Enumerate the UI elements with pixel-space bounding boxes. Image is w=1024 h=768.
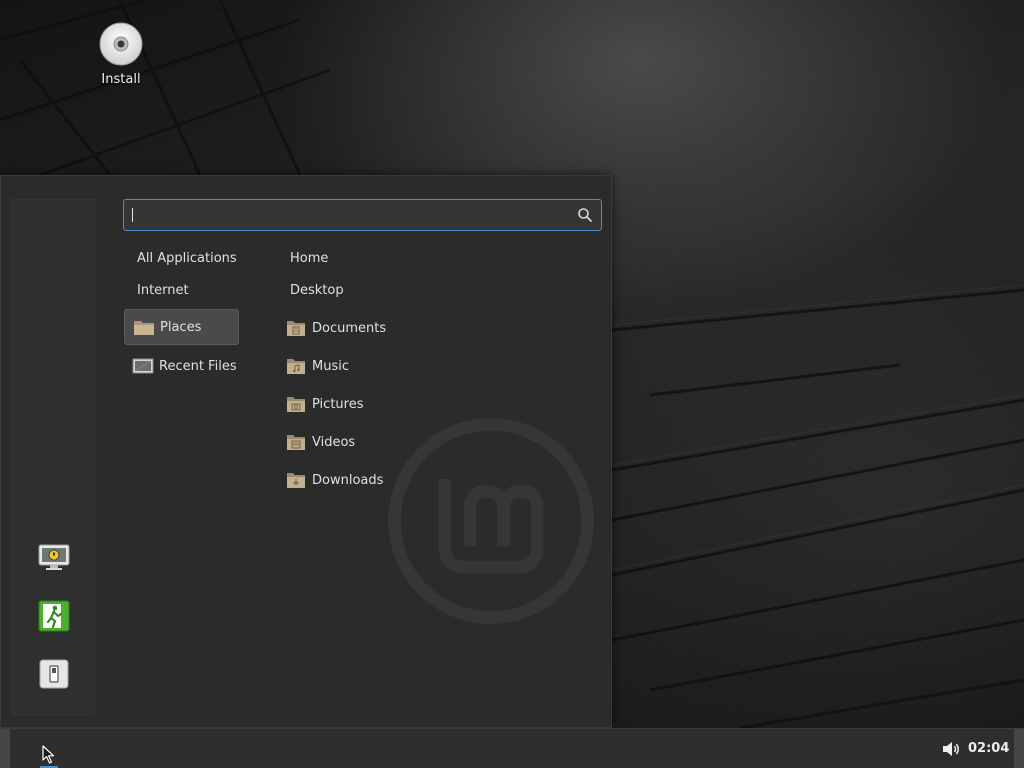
logout-button[interactable] [34, 598, 74, 634]
place-documents[interactable]: Documents [284, 309, 584, 347]
place-label: Documents [312, 320, 387, 336]
downloads-folder-icon [287, 473, 305, 488]
lock-screen-button[interactable] [34, 540, 74, 576]
volume-icon[interactable] [941, 740, 961, 758]
category-label: Recent Files [159, 358, 237, 374]
place-label: Downloads [312, 472, 384, 488]
recent-files-icon [132, 358, 154, 374]
places-list: Home Desktop Documents Music Pictures Vi… [284, 242, 584, 499]
favorites-sidebar [11, 199, 95, 715]
place-home[interactable]: Home [284, 242, 584, 274]
place-label: Music [312, 358, 349, 374]
panel-left-edge [0, 729, 10, 768]
videos-folder-icon [287, 435, 305, 450]
music-folder-icon [287, 359, 305, 374]
category-places[interactable]: Places [124, 309, 239, 345]
place-label: Home [290, 250, 329, 266]
taskbar-panel: 02:04 [0, 728, 1024, 768]
place-videos[interactable]: Videos [284, 423, 584, 461]
mouse-pointer-icon [42, 745, 55, 764]
category-label: All Applications [137, 250, 237, 266]
shutdown-button[interactable] [34, 656, 74, 692]
category-recent-files[interactable]: Recent Files [124, 348, 239, 384]
logout-icon [38, 600, 70, 632]
place-label: Videos [312, 434, 356, 450]
panel-right-edge [1014, 729, 1024, 768]
disc-icon [99, 22, 143, 66]
place-label: Desktop [290, 282, 344, 298]
documents-folder-icon [287, 321, 305, 336]
desktop-icon-label: Install [101, 72, 141, 87]
search-icon[interactable] [577, 207, 593, 223]
search-box[interactable] [123, 199, 602, 231]
application-menu: All Applications Internet Places Recent … [0, 175, 612, 728]
desktop-icon-install[interactable]: Install [92, 22, 150, 87]
category-label: Internet [137, 282, 189, 298]
pictures-folder-icon [287, 397, 305, 412]
place-music[interactable]: Music [284, 347, 584, 385]
category-label: Places [160, 319, 202, 335]
power-icon [39, 659, 69, 689]
search-input[interactable] [133, 201, 571, 229]
clock[interactable]: 02:04 [968, 741, 1009, 756]
place-label: Pictures [312, 396, 364, 412]
place-pictures[interactable]: Pictures [284, 385, 584, 423]
place-desktop[interactable]: Desktop [284, 274, 584, 306]
category-list: All Applications Internet Places Recent … [124, 242, 239, 384]
place-downloads[interactable]: Downloads [284, 461, 584, 499]
category-all-applications[interactable]: All Applications [124, 242, 239, 274]
category-internet[interactable]: Internet [124, 274, 239, 306]
folder-icon [134, 321, 154, 335]
lock-screen-icon [38, 544, 70, 570]
